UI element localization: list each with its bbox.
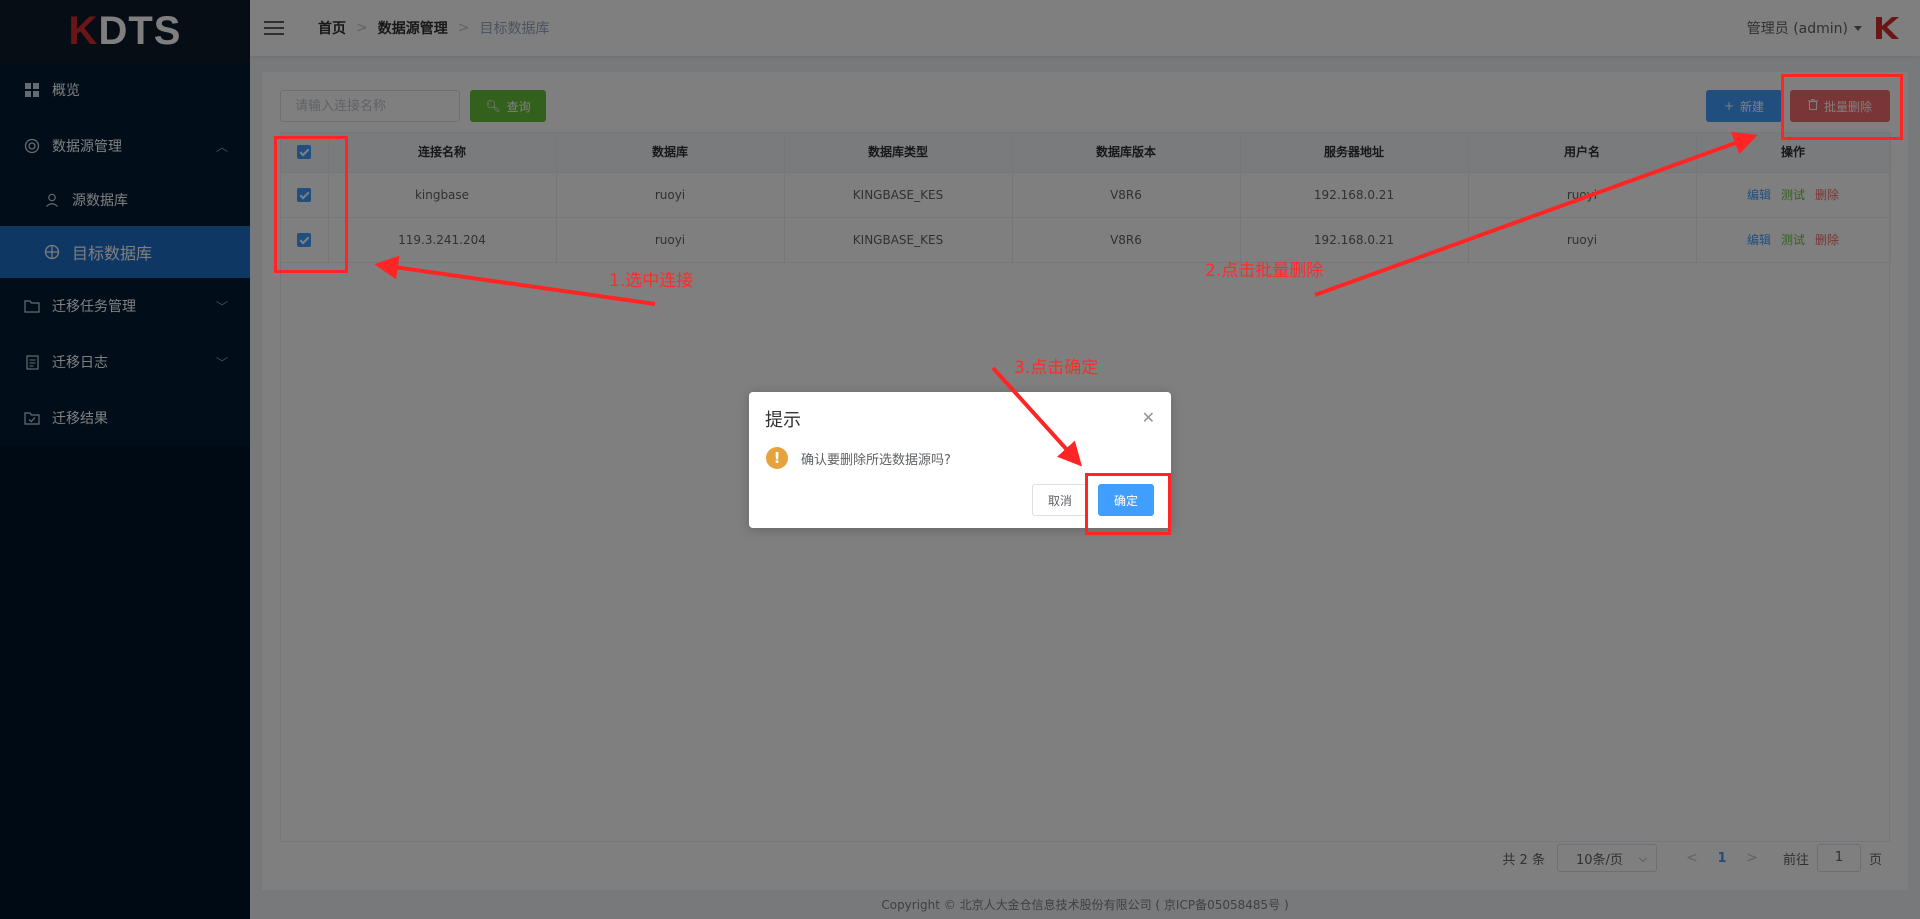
annotation-arrow-step2 <box>1314 131 1758 297</box>
annotation-step2: 2.点击批量删除 <box>1205 261 1324 281</box>
annotation-step3: 3.点击确定 <box>1014 358 1099 378</box>
annotation-arrow-step3 <box>991 366 1083 467</box>
annotation-arrows <box>374 131 1758 467</box>
annotation-step1: 1.选中连接 <box>609 271 694 291</box>
